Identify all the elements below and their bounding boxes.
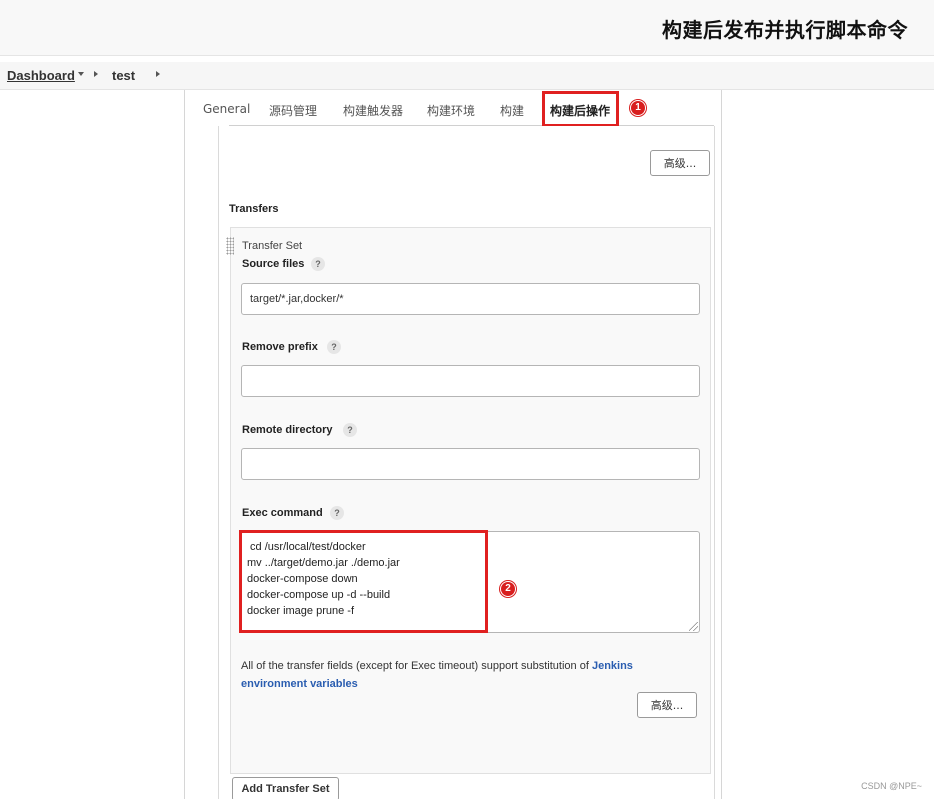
substitution-note: All of the transfer fields (except for E…	[241, 657, 701, 693]
side-panel	[0, 90, 184, 799]
drag-handle-icon[interactable]	[226, 237, 234, 255]
remote-directory-input[interactable]	[241, 448, 700, 480]
annotation-badge-2: 2	[501, 582, 515, 596]
tab-build-environment[interactable]: 构建环境	[427, 102, 475, 119]
exec-command-label: Exec command	[242, 507, 323, 519]
annotation-badge-1: 1	[631, 101, 645, 115]
top-banner: 构建后发布并执行脚本命令	[0, 0, 934, 56]
tab-general[interactable]: General	[203, 102, 250, 116]
transfer-set-caption: Transfer Set	[242, 240, 303, 252]
help-icon[interactable]: ?	[330, 506, 344, 520]
highlight-box-tab	[542, 91, 619, 127]
tab-source-control[interactable]: 源码管理	[269, 102, 317, 119]
remote-directory-label: Remote directory	[242, 424, 333, 436]
breadcrumb-test-link[interactable]: test	[112, 68, 135, 83]
add-transfer-set-button[interactable]: Add Transfer Set	[232, 777, 339, 799]
resize-grip-icon[interactable]	[689, 622, 698, 631]
chevron-down-icon[interactable]	[78, 72, 84, 76]
tab-build-triggers[interactable]: 构建触发器	[343, 102, 403, 119]
banner-title: 构建后发布并执行脚本命令	[662, 18, 908, 42]
help-icon[interactable]: ?	[327, 340, 341, 354]
note-text: All of the transfer fields (except for E…	[241, 660, 592, 672]
source-files-label: Source files	[242, 258, 305, 270]
advanced-button-top[interactable]: 高级...	[650, 150, 710, 176]
help-icon[interactable]: ?	[311, 257, 325, 271]
watermark: CSDN @NPE~	[861, 781, 922, 791]
jenkins-env-link-2[interactable]: environment variables	[241, 678, 358, 690]
transfers-heading: Transfers	[229, 203, 279, 215]
breadcrumb-dashboard-link[interactable]: Dashboard	[7, 68, 75, 83]
help-icon[interactable]: ?	[343, 423, 357, 437]
breadcrumb: Dashboard test	[0, 62, 934, 90]
jenkins-env-link[interactable]: Jenkins	[592, 660, 633, 672]
remove-prefix-input[interactable]	[241, 365, 700, 397]
chevron-right-icon	[156, 71, 160, 77]
advanced-button[interactable]: 高级...	[637, 692, 697, 718]
source-files-input[interactable]: target/*.jar,docker/*	[241, 283, 700, 315]
remove-prefix-label: Remove prefix	[242, 341, 318, 353]
chevron-right-icon	[94, 71, 98, 77]
tab-build[interactable]: 构建	[500, 102, 524, 119]
highlight-box-exec-command	[239, 530, 488, 633]
